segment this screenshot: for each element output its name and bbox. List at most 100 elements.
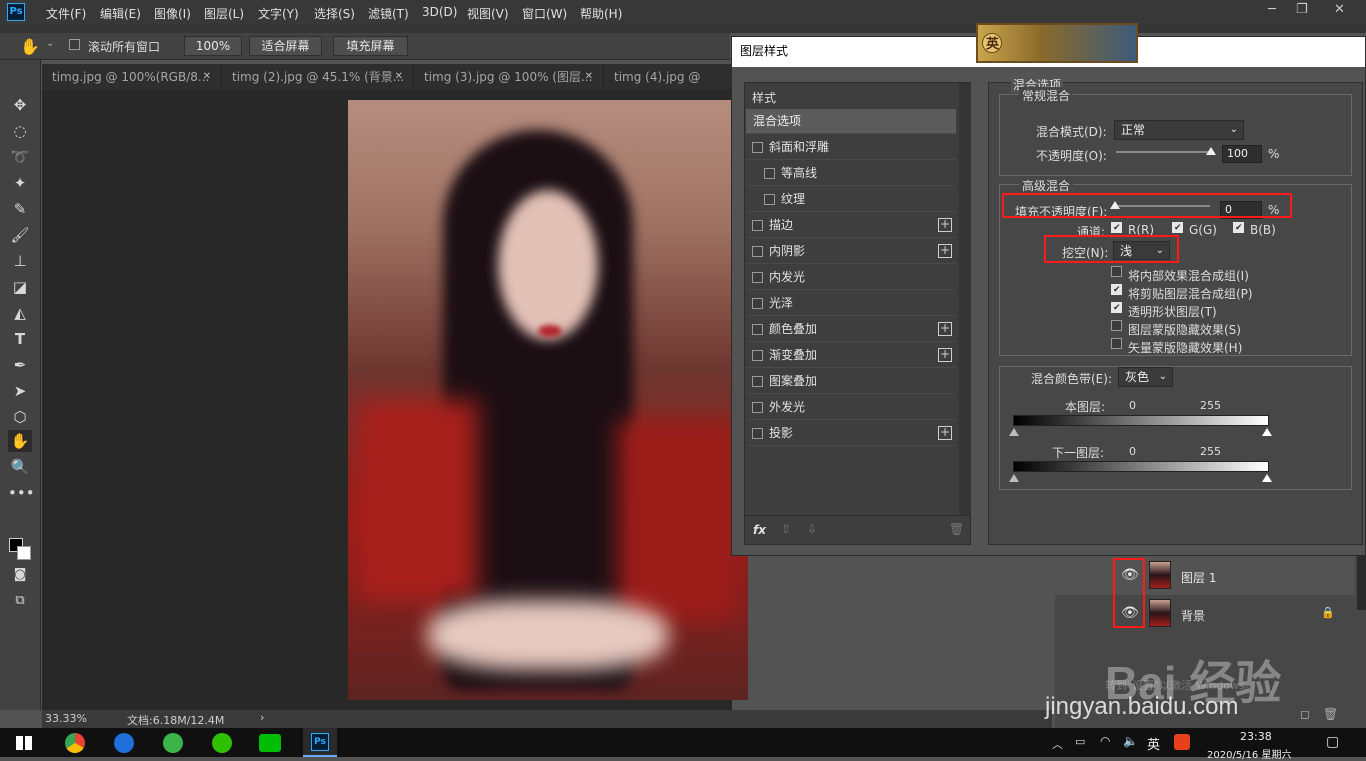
opacity-slider-thumb[interactable] xyxy=(1206,147,1216,155)
eyedropper-icon[interactable]: ✎ xyxy=(8,198,32,220)
brush-tool-icon[interactable]: 🖌 xyxy=(8,224,32,246)
close-tab-icon[interactable]: ✕ xyxy=(203,64,211,90)
blend-mode-select[interactable]: 正常 ⌄ xyxy=(1114,120,1244,140)
style-checkbox[interactable] xyxy=(764,168,775,179)
wechat-icon[interactable] xyxy=(212,733,232,753)
document-tab[interactable]: timg (2).jpg @ 45.1% (背景... ✕ xyxy=(222,64,414,90)
blend-if-select[interactable]: 灰色 ⌄ xyxy=(1118,367,1173,387)
stamp-tool-icon[interactable]: ⊥ xyxy=(8,250,32,272)
style-checkbox[interactable] xyxy=(752,402,763,413)
screen-mode-icon[interactable]: ⧉ xyxy=(8,590,32,612)
style-item[interactable]: 内阴影 + xyxy=(746,239,956,264)
opacity-slider[interactable] xyxy=(1116,151,1212,153)
style-checkbox[interactable] xyxy=(752,246,763,257)
style-item[interactable]: 外发光 xyxy=(746,395,956,420)
scrollbar[interactable] xyxy=(1357,555,1366,610)
style-checkbox[interactable] xyxy=(752,298,763,309)
style-checkbox[interactable] xyxy=(752,142,763,153)
layer-row[interactable]: 👁 背景 🔒 xyxy=(1055,597,1355,631)
fx-icon[interactable]: fx xyxy=(753,523,766,537)
restore-icon[interactable]: ❐ xyxy=(1296,2,1308,17)
add-style-icon[interactable]: + xyxy=(938,218,952,232)
document-tab[interactable]: timg.jpg @ 100%(RGB/8... ✕ xyxy=(42,64,222,90)
type-tool-icon[interactable]: T xyxy=(8,328,32,350)
advanced-option-checkbox[interactable] xyxy=(1111,266,1122,280)
layer-row[interactable]: 👁 图层 1 xyxy=(1055,559,1355,593)
magic-wand-icon[interactable]: ✦ xyxy=(8,172,32,194)
document-tab[interactable]: timg (3).jpg @ 100% (图层... ✕ xyxy=(414,64,604,90)
zoom-level[interactable]: 33.33% xyxy=(45,712,87,725)
under-layer-white-thumb[interactable] xyxy=(1262,474,1272,482)
style-item[interactable]: 等高线 xyxy=(746,161,956,186)
styles-scrollbar[interactable] xyxy=(959,83,971,515)
ime-indicator[interactable]: 英 xyxy=(1147,734,1160,753)
eraser-tool-icon[interactable]: ◪ xyxy=(8,276,32,298)
wifi-icon[interactable]: ◠ xyxy=(1100,734,1110,748)
style-item[interactable]: 描边 + xyxy=(746,213,956,238)
menu-item[interactable]: 滤镜(T) xyxy=(368,5,409,22)
style-checkbox[interactable] xyxy=(764,194,775,205)
style-checkbox[interactable] xyxy=(752,428,763,439)
iqiyi-icon[interactable] xyxy=(259,734,281,752)
style-item[interactable]: 混合选项 xyxy=(746,109,956,134)
style-item[interactable]: 内发光 xyxy=(746,265,956,290)
advanced-option-checkbox[interactable] xyxy=(1111,338,1122,352)
kugou-icon[interactable] xyxy=(114,733,134,753)
add-style-icon[interactable]: + xyxy=(938,244,952,258)
this-layer-white-thumb[interactable] xyxy=(1262,428,1272,436)
style-item[interactable]: 投影 + xyxy=(746,421,956,446)
advanced-option-checkbox[interactable] xyxy=(1111,284,1122,299)
style-item[interactable]: 渐变叠加 + xyxy=(746,343,956,368)
menu-item[interactable]: 窗口(W) xyxy=(522,5,567,22)
add-style-icon[interactable]: + xyxy=(938,348,952,362)
style-item[interactable]: 斜面和浮雕 xyxy=(746,135,956,160)
style-checkbox[interactable] xyxy=(752,220,763,231)
quick-mask-icon[interactable]: ◙ xyxy=(8,564,32,586)
browser-icon[interactable] xyxy=(163,733,183,753)
close-tab-icon[interactable]: ✕ xyxy=(395,64,403,90)
paint-bucket-icon[interactable]: ◭ xyxy=(8,302,32,324)
menu-item[interactable]: 文字(Y) xyxy=(258,5,299,22)
menu-item[interactable]: 视图(V) xyxy=(467,5,509,22)
windows-start-icon[interactable] xyxy=(16,736,32,750)
background-color-swatch[interactable] xyxy=(17,546,31,560)
lasso-tool-icon[interactable]: ➰ xyxy=(8,146,32,168)
style-checkbox[interactable] xyxy=(752,350,763,361)
add-style-icon[interactable]: + xyxy=(938,322,952,336)
tray-up-icon[interactable]: ︿ xyxy=(1052,736,1063,752)
zoom-tool-icon[interactable]: 🔍 xyxy=(8,456,32,478)
new-layer-icon[interactable]: ◻ xyxy=(1300,707,1310,721)
opacity-input[interactable]: 100 xyxy=(1222,145,1262,163)
add-style-icon[interactable]: + xyxy=(938,426,952,440)
move-up-icon[interactable]: ⇧ xyxy=(781,522,791,536)
battery-icon[interactable]: ▭ xyxy=(1075,735,1085,748)
zoom-100-button[interactable]: 100% xyxy=(184,36,242,56)
menu-item[interactable]: 选择(S) xyxy=(314,5,355,22)
style-item[interactable]: 颜色叠加 + xyxy=(746,317,956,342)
advanced-option-checkbox[interactable] xyxy=(1111,302,1122,317)
trash-icon[interactable]: 🗑 xyxy=(949,522,964,536)
more-tools-icon[interactable]: ••• xyxy=(8,482,35,504)
style-item[interactable]: 纹理 xyxy=(746,187,956,212)
move-tool-icon[interactable]: ✥ xyxy=(8,94,32,116)
move-down-icon[interactable]: ⇩ xyxy=(807,522,817,536)
hand-tool-icon[interactable]: ✋ xyxy=(8,430,32,452)
clock-date[interactable]: 2020/5/16 星期六 xyxy=(1207,746,1291,761)
menu-item[interactable]: 文件(F) xyxy=(46,5,86,22)
minimize-icon[interactable]: ─ xyxy=(1268,2,1276,17)
trash-icon[interactable]: 🗑 xyxy=(1323,707,1338,721)
style-checkbox[interactable] xyxy=(752,376,763,387)
fit-screen-button[interactable]: 适合屏幕 xyxy=(249,36,322,56)
advanced-option-checkbox[interactable] xyxy=(1111,320,1122,334)
styles-header[interactable]: 样式 xyxy=(752,89,776,106)
document-tab[interactable]: timg (4).jpg @ 66.7% xyxy=(604,64,732,110)
menu-item[interactable]: 编辑(E) xyxy=(100,5,141,22)
style-checkbox[interactable] xyxy=(752,324,763,335)
pen-tool-icon[interactable]: ✒ xyxy=(8,354,32,376)
scroll-all-checkbox[interactable] xyxy=(69,39,80,53)
menu-item[interactable]: 3D(D) xyxy=(422,5,457,19)
photoshop-taskbar-button[interactable]: Ps xyxy=(303,728,337,757)
close-tab-icon[interactable]: ✕ xyxy=(585,64,593,90)
volume-icon[interactable]: 🔈 xyxy=(1123,734,1138,748)
menu-item[interactable]: 图层(L) xyxy=(204,5,244,22)
